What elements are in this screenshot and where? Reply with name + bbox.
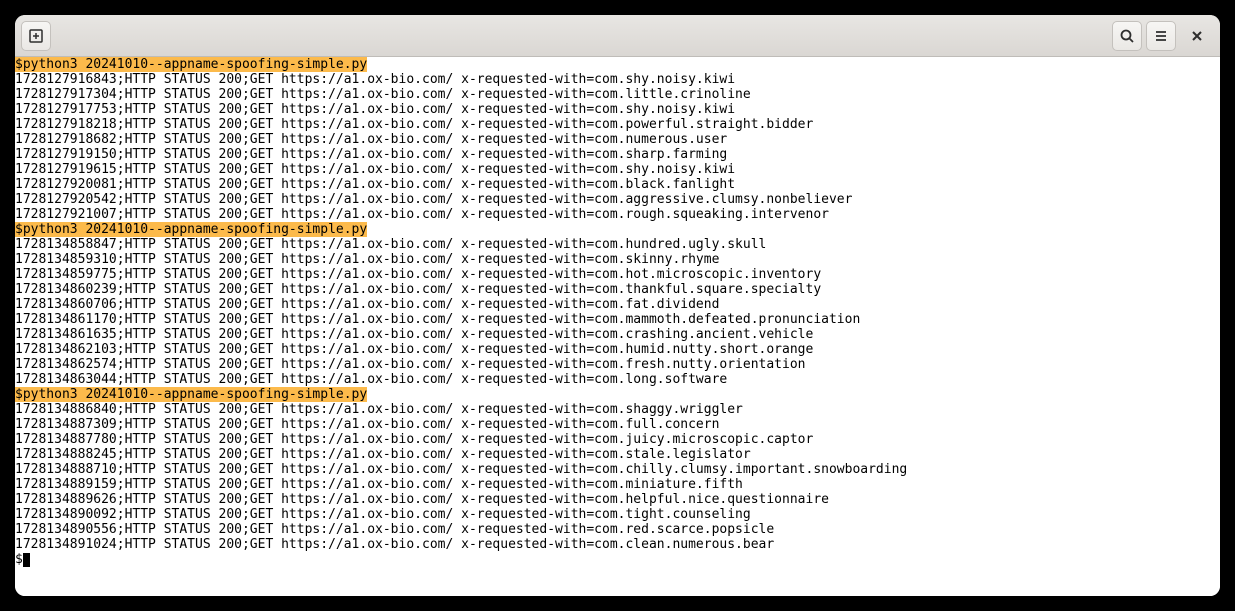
log-line: 1728134887309;HTTP STATUS 200;GET https:… [15, 417, 1220, 432]
cursor [23, 553, 30, 567]
terminal-window: $python3 20241010--appname-spoofing-simp… [15, 15, 1220, 596]
log-line: 1728127919615;HTTP STATUS 200;GET https:… [15, 162, 1220, 177]
log-line: 1728134888245;HTTP STATUS 200;GET https:… [15, 447, 1220, 462]
hamburger-icon [1153, 28, 1169, 44]
log-line: 1728134862574;HTTP STATUS 200;GET https:… [15, 357, 1220, 372]
close-icon [1190, 29, 1204, 43]
log-line: 1728127920081;HTTP STATUS 200;GET https:… [15, 177, 1220, 192]
log-line: 1728134888710;HTTP STATUS 200;GET https:… [15, 462, 1220, 477]
log-line: 1728134859775;HTTP STATUS 200;GET https:… [15, 267, 1220, 282]
log-line: 1728134859310;HTTP STATUS 200;GET https:… [15, 252, 1220, 267]
search-icon [1119, 28, 1135, 44]
titlebar [15, 15, 1220, 57]
log-line: 1728134863044;HTTP STATUS 200;GET https:… [15, 372, 1220, 387]
log-line: 1728127918218;HTTP STATUS 200;GET https:… [15, 117, 1220, 132]
command-line: $python3 20241010--appname-spoofing-simp… [15, 57, 367, 72]
log-line: 1728134861170;HTTP STATUS 200;GET https:… [15, 312, 1220, 327]
log-line: 1728134891024;HTTP STATUS 200;GET https:… [15, 537, 1220, 552]
command-line: $python3 20241010--appname-spoofing-simp… [15, 222, 367, 237]
log-line: 1728127918682;HTTP STATUS 200;GET https:… [15, 132, 1220, 147]
log-line: 1728134860706;HTTP STATUS 200;GET https:… [15, 297, 1220, 312]
log-line: 1728127921007;HTTP STATUS 200;GET https:… [15, 207, 1220, 222]
search-button[interactable] [1112, 21, 1142, 51]
log-line: 1728127920542;HTTP STATUS 200;GET https:… [15, 192, 1220, 207]
log-line: 1728134890556;HTTP STATUS 200;GET https:… [15, 522, 1220, 537]
command-line: $python3 20241010--appname-spoofing-simp… [15, 387, 367, 402]
new-tab-icon [28, 28, 44, 44]
log-line: 1728134862103;HTTP STATUS 200;GET https:… [15, 342, 1220, 357]
close-button[interactable] [1180, 19, 1214, 53]
log-line: 1728127916843;HTTP STATUS 200;GET https:… [15, 72, 1220, 87]
terminal-output[interactable]: $python3 20241010--appname-spoofing-simp… [15, 57, 1220, 596]
titlebar-right [1112, 19, 1214, 53]
new-tab-button[interactable] [21, 21, 51, 51]
prompt: $ [15, 552, 23, 567]
log-line: 1728134860239;HTTP STATUS 200;GET https:… [15, 282, 1220, 297]
log-line: 1728134887780;HTTP STATUS 200;GET https:… [15, 432, 1220, 447]
log-line: 1728134890092;HTTP STATUS 200;GET https:… [15, 507, 1220, 522]
menu-button[interactable] [1146, 21, 1176, 51]
titlebar-left [21, 21, 51, 51]
log-line: 1728134889159;HTTP STATUS 200;GET https:… [15, 477, 1220, 492]
log-line: 1728127919150;HTTP STATUS 200;GET https:… [15, 147, 1220, 162]
log-line: 1728127917753;HTTP STATUS 200;GET https:… [15, 102, 1220, 117]
log-line: 1728134886840;HTTP STATUS 200;GET https:… [15, 402, 1220, 417]
log-line: 1728134858847;HTTP STATUS 200;GET https:… [15, 237, 1220, 252]
log-line: 1728134889626;HTTP STATUS 200;GET https:… [15, 492, 1220, 507]
log-line: 1728134861635;HTTP STATUS 200;GET https:… [15, 327, 1220, 342]
log-line: 1728127917304;HTTP STATUS 200;GET https:… [15, 87, 1220, 102]
